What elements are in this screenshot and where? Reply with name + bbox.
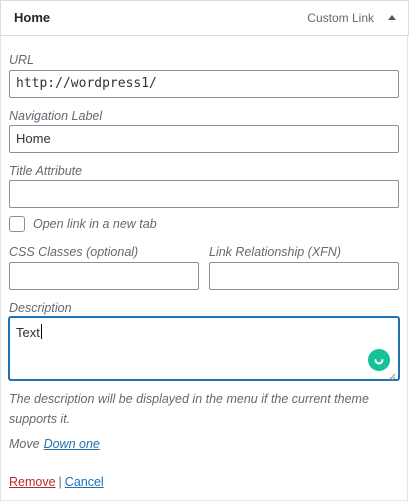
resize-handle-icon[interactable] — [388, 369, 396, 381]
move-label: Move — [9, 437, 40, 451]
css-classes-label: CSS Classes (optional) — [9, 245, 139, 259]
menu-item-type: Custom Link — [307, 11, 374, 25]
actions-separator: | — [58, 475, 62, 489]
text-caret — [40, 324, 42, 339]
url-input[interactable]: http://wordpress1/ — [9, 70, 399, 98]
description-textarea[interactable]: Text — [9, 317, 399, 381]
remove-link[interactable]: Remove — [9, 475, 56, 489]
title-attribute-label: Title Attribute — [9, 164, 83, 178]
grammarly-icon[interactable] — [368, 349, 390, 371]
collapse-arrow-icon[interactable] — [386, 11, 398, 23]
link-relationship-label: Link Relationship (XFN) — [209, 245, 341, 259]
move-down-one-link[interactable]: Down one — [44, 437, 100, 451]
description-help-text: The description will be displayed in the… — [9, 392, 369, 426]
url-label: URL — [9, 53, 35, 67]
description-label: Description — [9, 301, 72, 315]
item-actions: Remove | Cancel — [9, 475, 104, 489]
link-relationship-input[interactable] — [209, 262, 399, 290]
css-classes-input[interactable] — [9, 262, 199, 290]
navigation-label-input[interactable]: Home — [9, 125, 399, 153]
description-text: Text — [16, 325, 40, 340]
open-new-tab-label[interactable]: Open link in a new tab — [33, 217, 157, 231]
navigation-label-label: Navigation Label — [9, 109, 103, 123]
move-row: Move Down one — [9, 437, 100, 451]
open-new-tab-checkbox[interactable] — [9, 216, 25, 232]
title-attribute-input[interactable] — [9, 180, 399, 208]
cancel-link[interactable]: Cancel — [65, 475, 104, 489]
menu-item-title: Home — [14, 10, 51, 25]
menu-item-header: Home Custom Link — [0, 0, 409, 36]
